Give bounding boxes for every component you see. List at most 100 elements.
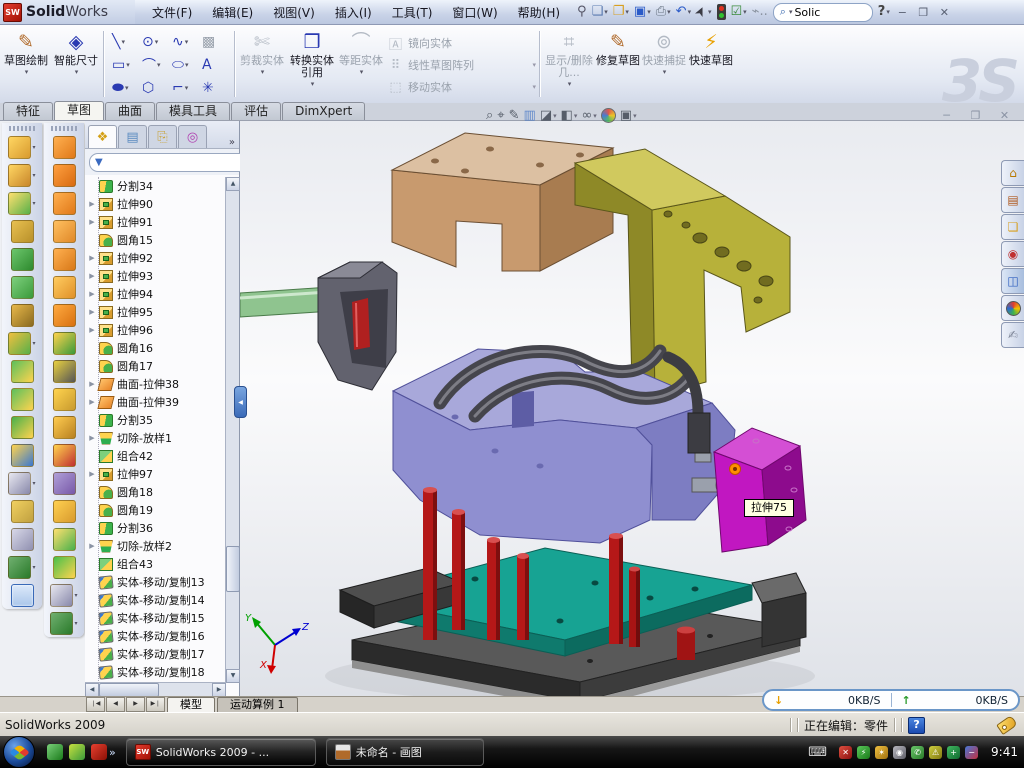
tree-item-拉伸91[interactable]: ▶拉伸91 (85, 213, 226, 231)
dropdown-caret-icon[interactable]: ▾ (125, 84, 129, 92)
tree-item-拉伸96[interactable]: ▶拉伸96 (85, 321, 226, 339)
surfaces-tool-icon-5[interactable] (53, 245, 76, 273)
tree-filter-box[interactable]: ▼ (89, 153, 255, 172)
tree-item-拉伸90[interactable]: ▶拉伸90 (85, 195, 226, 213)
toolbar-button-镜向实体[interactable]: 🄰镜向实体 (384, 32, 536, 54)
dropdown-caret-icon[interactable]: ▾ (75, 68, 79, 76)
home-tab[interactable]: ⌂ (1001, 160, 1024, 186)
sketch-entity-icon[interactable]: ⌐▾ (169, 76, 199, 99)
design-library-tab[interactable]: ▤ (1001, 187, 1024, 213)
toolbar-button-快速草图[interactable]: ⚡快速草图 (687, 25, 735, 103)
expand-arrow-icon[interactable]: ▶ (87, 272, 97, 280)
features-tool-icon-9[interactable] (11, 357, 34, 385)
configurationmanager-tab[interactable]: ⎘ (148, 125, 177, 148)
tree-item-切除-放样1[interactable]: ▶切除-放样1 (85, 429, 226, 447)
rebuild-stoplight-icon[interactable] (715, 2, 728, 22)
new-document-icon[interactable]: ❏▾ (590, 2, 610, 22)
view-orientation-icon[interactable]: ◪▾ (540, 108, 557, 123)
dropdown-caret-icon[interactable]: ▾ (647, 8, 651, 16)
surfaces-tool-icon-14[interactable] (53, 497, 76, 525)
browser-icon[interactable] (69, 744, 85, 760)
tree-item-圆角18[interactable]: 圆角18 (85, 483, 226, 501)
zoom-area-icon[interactable]: ⌖ (497, 108, 504, 123)
antivirus-alert-icon[interactable]: ✕ (839, 746, 852, 759)
toolbar-drag-handle[interactable] (9, 126, 35, 131)
tree-item-组合42[interactable]: 组合42 (85, 447, 226, 465)
dropdown-caret-icon[interactable]: ▾ (360, 68, 364, 76)
tab-model[interactable]: 模型 (167, 697, 215, 713)
tree-item-切除-放样2[interactable]: ▶切除-放样2 (85, 537, 226, 555)
tree-item-分割36[interactable]: 分割36 (85, 519, 226, 537)
sketch-entity-icon[interactable]: ⬡ (139, 76, 169, 99)
tab-nav-button-4[interactable]: ▶❘ (146, 697, 165, 712)
select-arrow-icon[interactable]: ➤▾ (694, 2, 713, 22)
tab-motion-study[interactable]: 运动算例 1 (217, 697, 298, 713)
toolbar-button-线性草图阵列[interactable]: ⠿线性草图阵列▾ (384, 54, 536, 76)
dropdown-caret-icon[interactable]: ▾ (74, 620, 77, 627)
tree-item-实体-移动/复制16[interactable]: 实体-移动/复制16 (85, 627, 226, 645)
shield-green-icon[interactable]: ⚡ (857, 746, 870, 759)
expand-arrow-icon[interactable]: ▶ (87, 434, 97, 442)
solidworks-resources-tab[interactable]: ◉ (1001, 241, 1024, 267)
status-help-icon[interactable]: ? (908, 717, 925, 734)
dropdown-caret-icon[interactable]: ▾ (574, 112, 578, 120)
tree-item-圆角16[interactable]: 圆角16 (85, 339, 226, 357)
snap-filter-icon[interactable]: ⌁.. (750, 2, 770, 22)
toolbar-button-转换实体引用[interactable]: ❒转换实体引用▾ (286, 25, 338, 103)
menu-帮助(H)[interactable]: 帮助(H) (509, 1, 569, 24)
surfaces-tool-icon-6[interactable] (53, 273, 76, 301)
toolbar-button-剪裁实体[interactable]: ✄剪裁实体▾ (238, 25, 286, 103)
dropdown-caret-icon[interactable]: ▾ (663, 68, 667, 76)
features-tool-icon-7[interactable] (11, 301, 34, 329)
custom-properties-tab[interactable]: ✍ (1001, 322, 1024, 348)
tree-item-实体-移动/复制15[interactable]: 实体-移动/复制15 (85, 609, 226, 627)
hide-show-items-icon[interactable]: ∞▾ (581, 108, 596, 123)
dropdown-caret-icon[interactable]: ▾ (604, 8, 608, 16)
tab-DimXpert[interactable]: DimXpert (282, 102, 365, 120)
undo-icon[interactable]: ↶▾ (674, 2, 693, 22)
panel-more-icon[interactable]: » (229, 137, 235, 148)
features-tool-icon-16[interactable]: ▾ (8, 553, 35, 581)
previous-view-icon[interactable]: ✎ (509, 108, 520, 123)
features-tool-icon-11[interactable] (11, 413, 34, 441)
dropdown-caret-icon[interactable]: ▾ (32, 172, 35, 179)
sketch-entity-icon[interactable]: A (199, 53, 229, 76)
surfaces-tool-icon-7[interactable] (53, 301, 76, 329)
surfaces-tool-icon-11[interactable] (53, 413, 76, 441)
network-warning-icon[interactable]: ⚠ (929, 746, 942, 759)
panel-splitter-handle[interactable]: ◀ (234, 386, 247, 418)
tab-模具工具[interactable]: 模具工具 (156, 102, 230, 120)
tree-item-曲面-拉伸38[interactable]: ▶曲面-拉伸38 (85, 375, 226, 393)
dropdown-caret-icon[interactable]: ▾ (625, 8, 629, 16)
sketch-entity-icon[interactable]: ⬭▾ (169, 53, 199, 76)
tab-nav-button-1[interactable]: ❘◀ (86, 697, 105, 712)
shield-plus-icon[interactable]: + (947, 746, 960, 759)
dropdown-caret-icon[interactable]: ▾ (126, 61, 130, 69)
dropdown-caret-icon[interactable]: ▾ (185, 61, 189, 69)
dropdown-caret-icon[interactable]: ▾ (74, 592, 77, 599)
doc-restore-button[interactable]: ❐ (965, 107, 986, 123)
tree-filter-input[interactable] (103, 155, 249, 169)
sketch-entity-icon[interactable]: ▭▾ (109, 53, 139, 76)
tree-item-拉伸93[interactable]: ▶拉伸93 (85, 267, 226, 285)
graphics-viewport[interactable]: Y Z X (240, 121, 1024, 696)
tab-特征[interactable]: 特征 (3, 102, 53, 120)
menu-视图(V)[interactable]: 视图(V) (264, 1, 324, 24)
dropdown-caret-icon[interactable]: ▾ (32, 144, 35, 151)
dropdown-caret-icon[interactable]: ▾ (157, 61, 161, 69)
surfaces-tool-icon-9[interactable] (53, 357, 76, 385)
toolbar-button-快速捕捉[interactable]: ⊚快速捕捉▾ (641, 25, 687, 103)
tree-item-圆角17[interactable]: 圆角17 (85, 357, 226, 375)
view-palette-tab[interactable]: ◫ (1001, 268, 1024, 294)
pin-icon[interactable]: ⚲ (575, 2, 589, 22)
menu-窗口(W)[interactable]: 窗口(W) (443, 1, 506, 24)
propertymanager-tab[interactable]: ▤ (118, 125, 147, 148)
toolbar-button-草图绘制[interactable]: ✎草图绘制▾ (0, 25, 52, 103)
expand-arrow-icon[interactable]: ▶ (87, 290, 97, 298)
part-clamp[interactable] (318, 262, 397, 390)
dropdown-caret-icon[interactable]: ▾ (568, 80, 572, 88)
tree-vertical-scrollbar[interactable]: ▲ ▼ (225, 177, 239, 683)
tree-item-拉伸92[interactable]: ▶拉伸92 (85, 249, 226, 267)
features-tool-icon-17[interactable] (11, 581, 34, 609)
tab-nav-button-3[interactable]: ▶ (126, 697, 145, 712)
